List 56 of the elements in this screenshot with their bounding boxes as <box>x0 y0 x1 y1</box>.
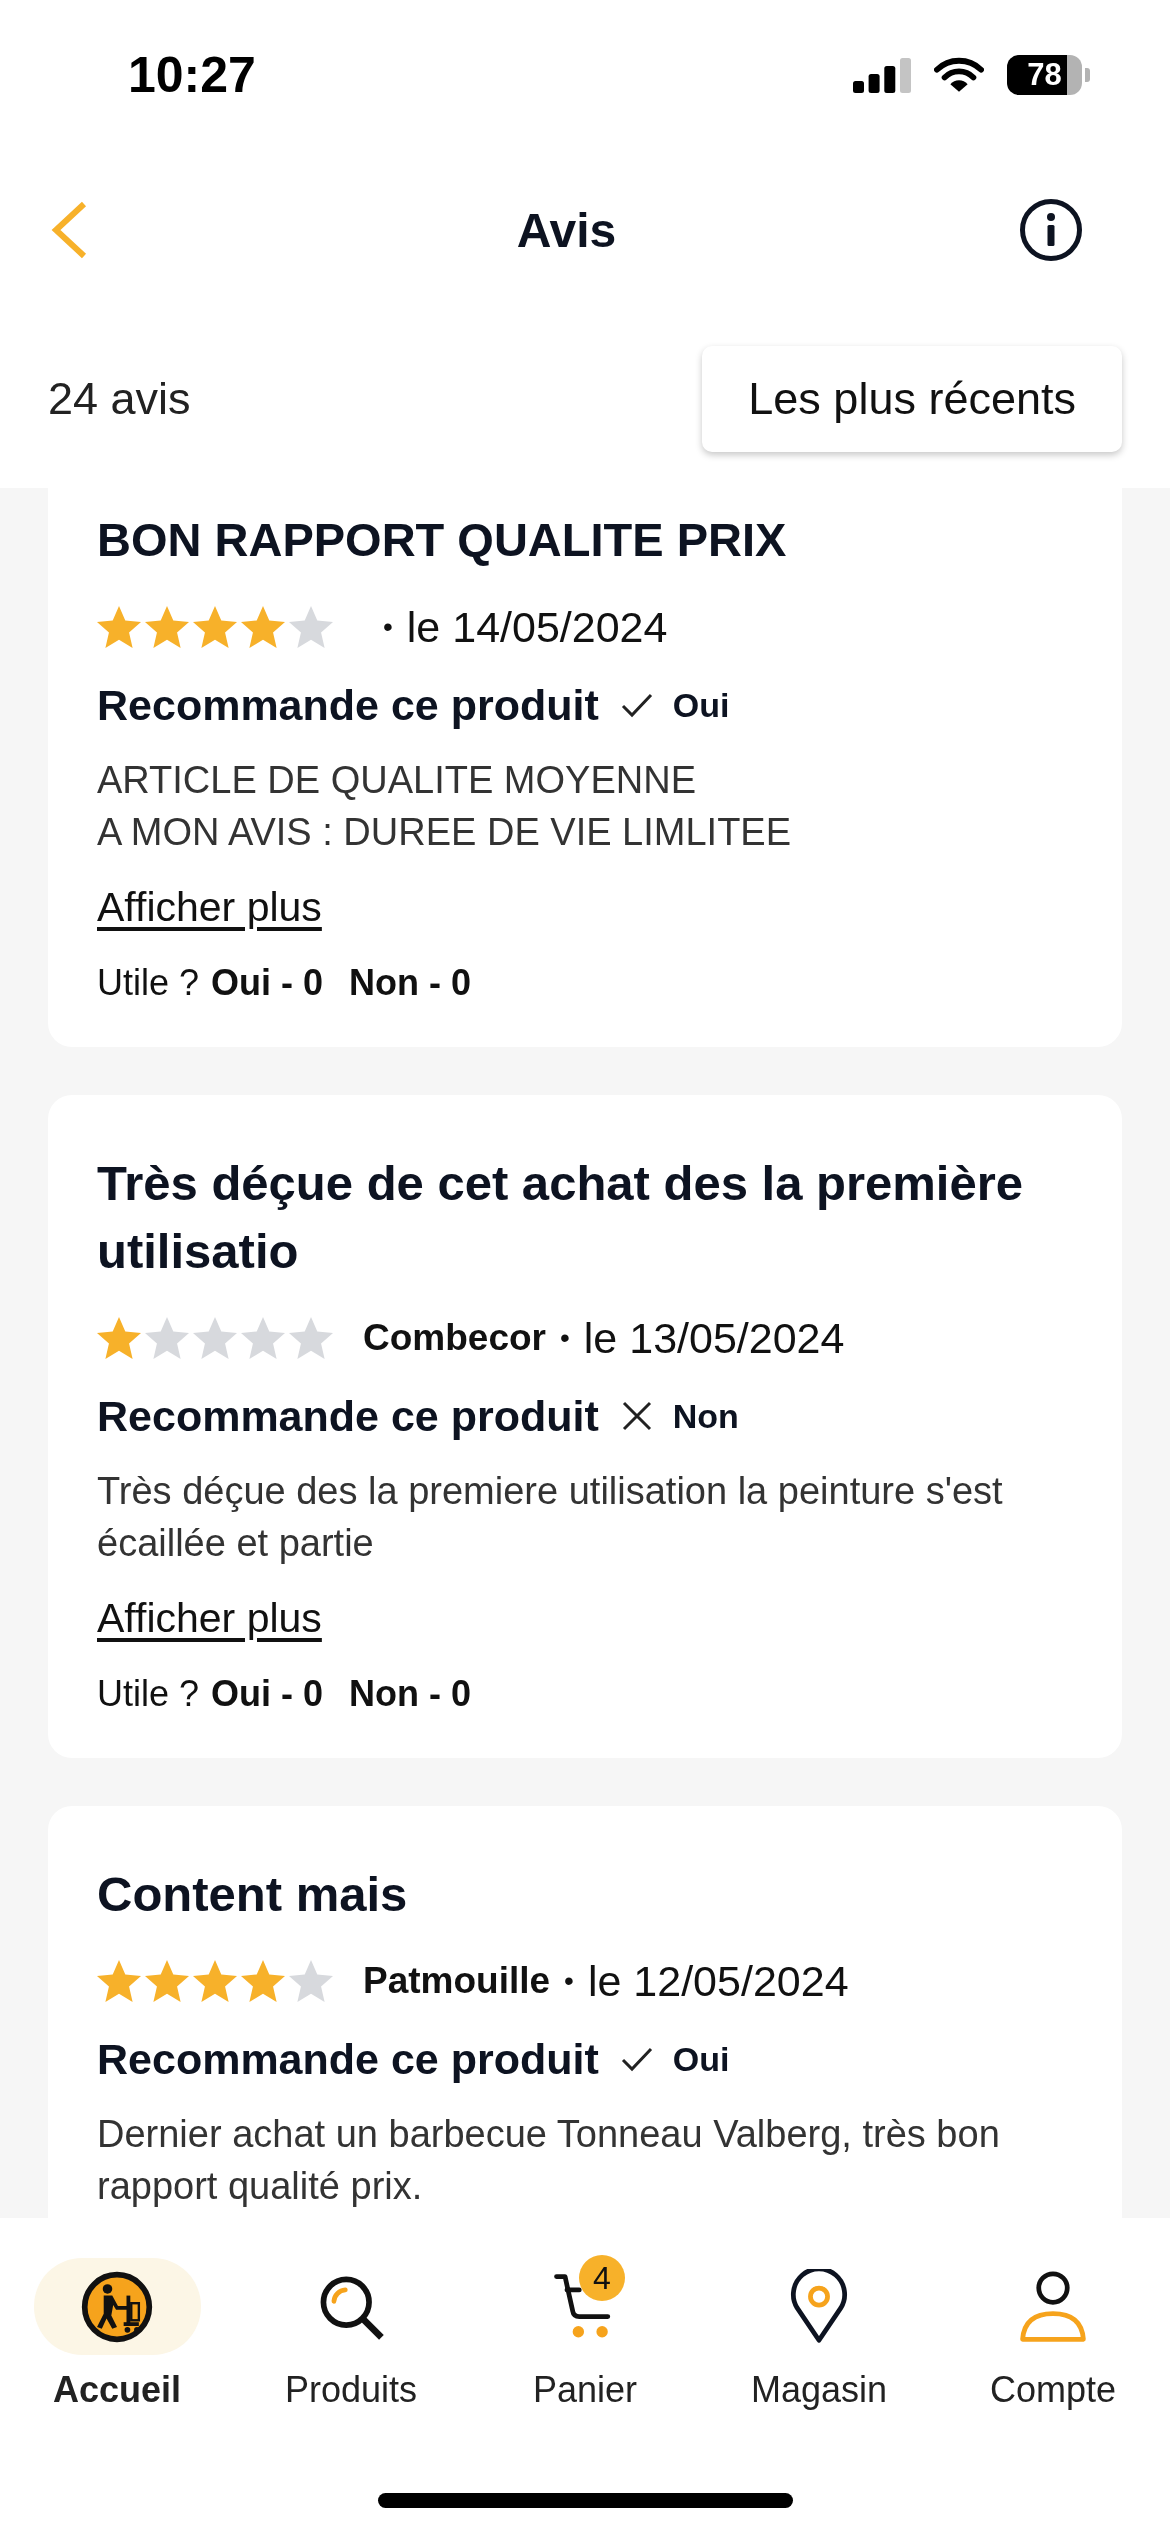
star-icon <box>289 605 333 649</box>
review-title: BON RAPPORT QUALITE PRIX <box>97 512 788 568</box>
review-date: le 14/05/2024 <box>406 602 668 652</box>
star-icon <box>193 605 237 649</box>
recommend-answer: Non <box>672 1396 739 1436</box>
recommend-label: Recommande ce produit <box>97 1391 599 1441</box>
star-icon <box>241 1316 285 1360</box>
recommend-answer: Oui <box>672 685 730 725</box>
bullet-separator: • <box>560 1322 570 1354</box>
star-icon <box>97 1959 141 2003</box>
star-icon <box>145 1959 189 2003</box>
sort-button[interactable]: Les plus récents <box>702 346 1122 452</box>
info-icon[interactable] <box>1019 198 1083 262</box>
review-date: le 13/05/2024 <box>583 1313 845 1363</box>
nav-tab[interactable]: Compte <box>936 2258 1170 2412</box>
star-icon <box>97 605 141 649</box>
nav-tab[interactable]: Magasin <box>702 2258 936 2412</box>
star-icon <box>289 1959 333 2003</box>
battery-indicator: 78 <box>1007 55 1090 95</box>
recommend-answer: Oui <box>672 2039 730 2079</box>
bullet-separator: • <box>383 611 393 643</box>
recommend-label: Recommande ce produit <box>97 2034 599 2084</box>
page-title: Avis <box>516 202 617 258</box>
star-icon <box>289 1316 333 1360</box>
helpful-yes-button[interactable]: Oui - 0 <box>211 962 324 1004</box>
review-text: ARTICLE DE QUALITE MOYENNE A MON AVIS : DUREE DE VIE LIMLITEE <box>97 758 793 855</box>
review-date: le 12/05/2024 <box>587 1956 849 2006</box>
helpful-yes-button[interactable]: Oui - 0 <box>211 1673 324 1715</box>
review-text: Dernier achat un barbecue Tonneau Valberg, très bon rapport qualité prix. <box>97 2112 1001 2209</box>
star-icon <box>145 605 189 649</box>
nav-tab[interactable]: Produits <box>234 2258 468 2412</box>
status-time: 10:27 <box>128 50 256 100</box>
cart-count-badge: 4 <box>579 2254 625 2301</box>
star-icon <box>145 1316 189 1360</box>
helpful-no-button[interactable]: Non - 0 <box>349 1673 472 1715</box>
star-icon <box>193 1316 237 1360</box>
helpful-no-button[interactable]: Non - 0 <box>349 962 472 1004</box>
star-icon <box>241 1959 285 2003</box>
star-icon <box>97 1316 141 1360</box>
star-icon <box>241 605 285 649</box>
review-author: Patmouille <box>363 1960 551 2002</box>
signal-icon <box>853 57 911 93</box>
helpful-label: Utile ? <box>97 1673 200 1715</box>
recommend-label: Recommande ce produit <box>97 680 599 730</box>
review-text: Très déçue des la premiere utilisation la peinture s'est écaillée et partie <box>97 1469 1004 1566</box>
show-more-link[interactable]: Afficher plus <box>97 1590 322 1646</box>
helpful-label: Utile ? <box>97 962 200 1004</box>
bullet-separator: • <box>564 1965 574 1997</box>
show-more-link[interactable]: Afficher plus <box>97 879 322 935</box>
review-count: 24 avis <box>48 373 191 425</box>
review-title: Très déçue de cet achat des la première utilisatio <box>97 1155 1025 1280</box>
review-author: Combecor <box>363 1317 546 1359</box>
review-title: Content mais <box>97 1866 409 1923</box>
wifi-icon <box>934 56 984 94</box>
nav-tab[interactable]: Accueil <box>0 2258 234 2412</box>
star-icon <box>193 1959 237 2003</box>
